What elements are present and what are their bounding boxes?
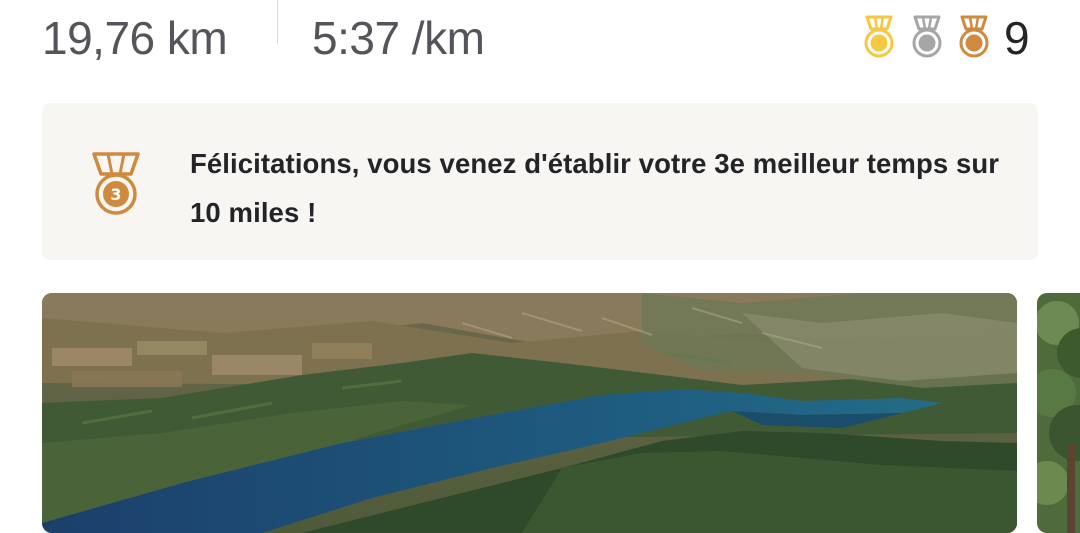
achievement-message: Félicitations, vous venez d'établir votr… (190, 148, 1000, 228)
achievement-card[interactable]: 3 Félicitations, vous venez d'établir vo… (42, 103, 1038, 260)
trees-photo-image (1037, 293, 1080, 533)
medal-count: 9 (1004, 12, 1030, 64)
terrain-map-image (42, 293, 1017, 533)
next-photo-thumbnail[interactable] (1037, 293, 1080, 533)
activity-map-photo[interactable] (42, 293, 1017, 533)
bronze-medal-icon (959, 15, 989, 58)
silver-medal-icon (912, 15, 942, 58)
stat-divider (277, 0, 278, 44)
bronze-medal-3-icon: 3 (92, 152, 140, 215)
medal-rank-number: 3 (110, 185, 121, 204)
activity-stats-row: 19,76 km 5:37 /km 9 (0, 0, 1080, 80)
distance-stat: 19,76 km (42, 12, 228, 64)
gold-medal-icon (864, 15, 894, 58)
pace-stat: 5:37 /km (312, 12, 485, 64)
